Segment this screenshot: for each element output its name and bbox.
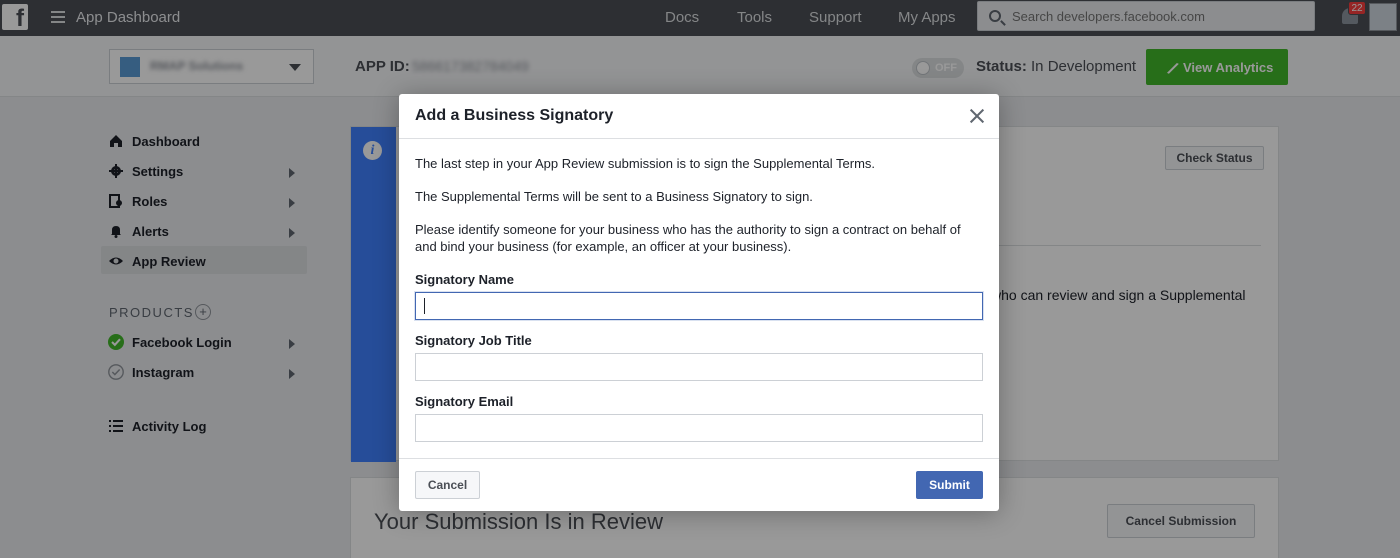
dialog-header: Add a Business Signatory [399, 94, 999, 139]
text-cursor [424, 298, 425, 314]
dialog-paragraph-1: The last step in your App Review submiss… [415, 156, 876, 171]
signatory-email-label: Signatory Email [415, 394, 514, 409]
dialog-paragraph-3: Please identify someone for your busines… [415, 222, 961, 254]
dialog-footer: Cancel Submit [399, 458, 999, 511]
close-icon[interactable] [969, 108, 985, 124]
signatory-name-input[interactable] [415, 292, 983, 320]
dialog-title: Add a Business Signatory [415, 107, 614, 124]
cancel-button[interactable]: Cancel [415, 471, 480, 499]
dialog-paragraph-2: The Supplemental Terms will be sent to a… [415, 189, 813, 204]
business-signatory-dialog: Add a Business Signatory The last step i… [399, 94, 999, 511]
signatory-job-title-label: Signatory Job Title [415, 333, 532, 348]
signatory-name-label: Signatory Name [415, 272, 514, 287]
signatory-job-title-input[interactable] [415, 353, 983, 381]
signatory-email-input[interactable] [415, 414, 983, 442]
submit-button[interactable]: Submit [916, 471, 983, 499]
